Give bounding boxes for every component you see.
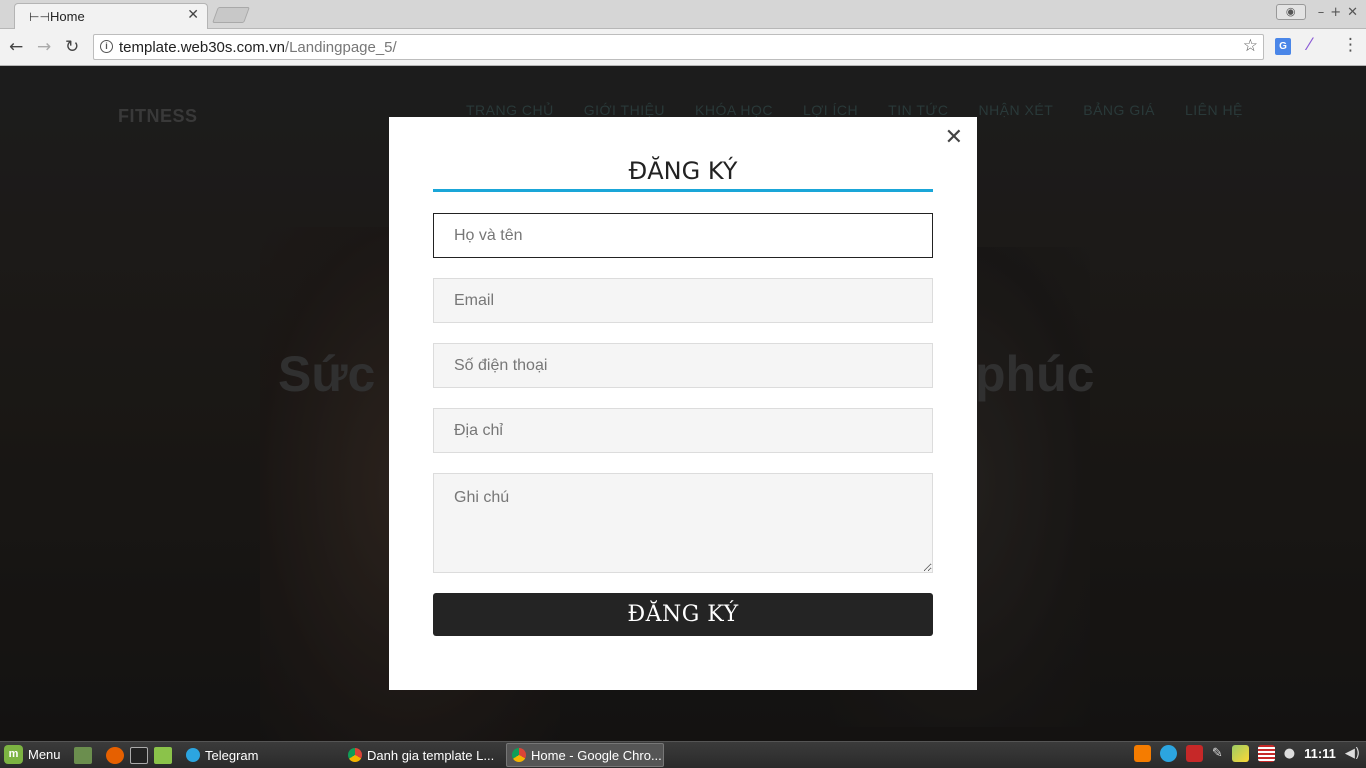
- chrome-icon: [348, 748, 362, 762]
- task-label: Telegram: [205, 747, 259, 763]
- flame-icon[interactable]: [1133, 745, 1151, 762]
- dumbbell-icon: ⊢⊣: [29, 10, 50, 24]
- url-host: template.web30s.com.vn: [119, 39, 285, 56]
- phone-input[interactable]: [433, 343, 933, 388]
- email-input[interactable]: [433, 278, 933, 323]
- minimize-icon[interactable]: –: [1318, 5, 1325, 20]
- files-icon[interactable]: [154, 747, 172, 764]
- os-taskbar: m Menu Telegram Danh gia template L... H…: [0, 741, 1366, 768]
- browser-tabstrip: ⊢⊣ Home ✕ ◉ – + ✕: [0, 0, 1366, 29]
- address-input[interactable]: [433, 408, 933, 453]
- terminal-icon[interactable]: [130, 747, 148, 764]
- chrome-menu-icon[interactable]: ⋮: [1342, 35, 1359, 55]
- task-label: Danh gia template L...: [367, 747, 495, 763]
- register-submit-button[interactable]: ĐĂNG KÝ: [433, 593, 933, 636]
- url-path: /Landingpage_5/: [284, 39, 397, 56]
- bookmark-star-icon[interactable]: ☆: [1243, 36, 1258, 56]
- profile-icon[interactable]: ◉: [1275, 4, 1306, 20]
- close-icon[interactable]: ✕: [945, 127, 963, 149]
- registration-modal: ✕ ĐĂNG KÝ ĐĂNG KÝ: [389, 117, 977, 690]
- note-textarea[interactable]: [433, 473, 933, 573]
- pen-icon[interactable]: ✎: [1212, 746, 1223, 761]
- address-bar[interactable]: i template.web30s.com.vn/Landingpage_5/ …: [93, 34, 1264, 60]
- task-label: Home - Google Chro...: [531, 747, 662, 763]
- telegram-tray-icon[interactable]: [1159, 745, 1177, 762]
- new-tab-button[interactable]: [212, 7, 250, 23]
- modal-title: ĐĂNG KÝ: [628, 157, 738, 185]
- back-arrow-icon[interactable]: ←: [9, 37, 23, 57]
- tab-close-icon[interactable]: ✕: [187, 7, 199, 23]
- reload-icon[interactable]: ↻: [65, 37, 79, 57]
- feather-extension-icon[interactable]: ⁄: [1308, 35, 1311, 55]
- show-desktop-icon[interactable]: [74, 747, 92, 764]
- title-underline: [433, 189, 933, 192]
- translate-extension-icon[interactable]: G: [1275, 38, 1291, 55]
- tab-title: Home: [50, 9, 85, 24]
- name-input[interactable]: [433, 213, 933, 258]
- window-controls: ◉ – + ✕: [1275, 4, 1358, 20]
- start-menu-button[interactable]: m Menu: [4, 745, 61, 764]
- mint-logo-icon: m: [4, 745, 23, 764]
- us-flag-icon[interactable]: [1257, 745, 1275, 762]
- url-text[interactable]: template.web30s.com.vn/Landingpage_5/: [119, 39, 397, 56]
- maximize-icon[interactable]: +: [1330, 5, 1341, 20]
- volume-icon[interactable]: ◀): [1345, 746, 1360, 761]
- network-icon[interactable]: [1231, 745, 1249, 762]
- info-icon[interactable]: i: [100, 40, 113, 53]
- close-window-icon[interactable]: ✕: [1347, 5, 1358, 20]
- clock[interactable]: 11:11: [1304, 746, 1336, 761]
- user-icon[interactable]: ●: [1284, 746, 1295, 761]
- telegram-icon: [186, 748, 200, 762]
- browser-toolbar: ← → ↻ i template.web30s.com.vn/Landingpa…: [0, 29, 1366, 66]
- task-chrome-review[interactable]: Danh gia template L...: [343, 743, 501, 767]
- system-tray: ✎ ● 11:11 ◀): [1133, 745, 1366, 762]
- task-telegram[interactable]: Telegram: [181, 743, 339, 767]
- shield-icon[interactable]: [1185, 745, 1203, 762]
- task-chrome-home[interactable]: Home - Google Chro...: [506, 743, 664, 767]
- menu-label: Menu: [28, 747, 61, 762]
- forward-arrow-icon[interactable]: →: [37, 37, 51, 57]
- browser-tab[interactable]: ⊢⊣ Home ✕: [14, 3, 208, 29]
- firefox-icon[interactable]: [106, 747, 124, 764]
- chrome-icon: [512, 748, 526, 762]
